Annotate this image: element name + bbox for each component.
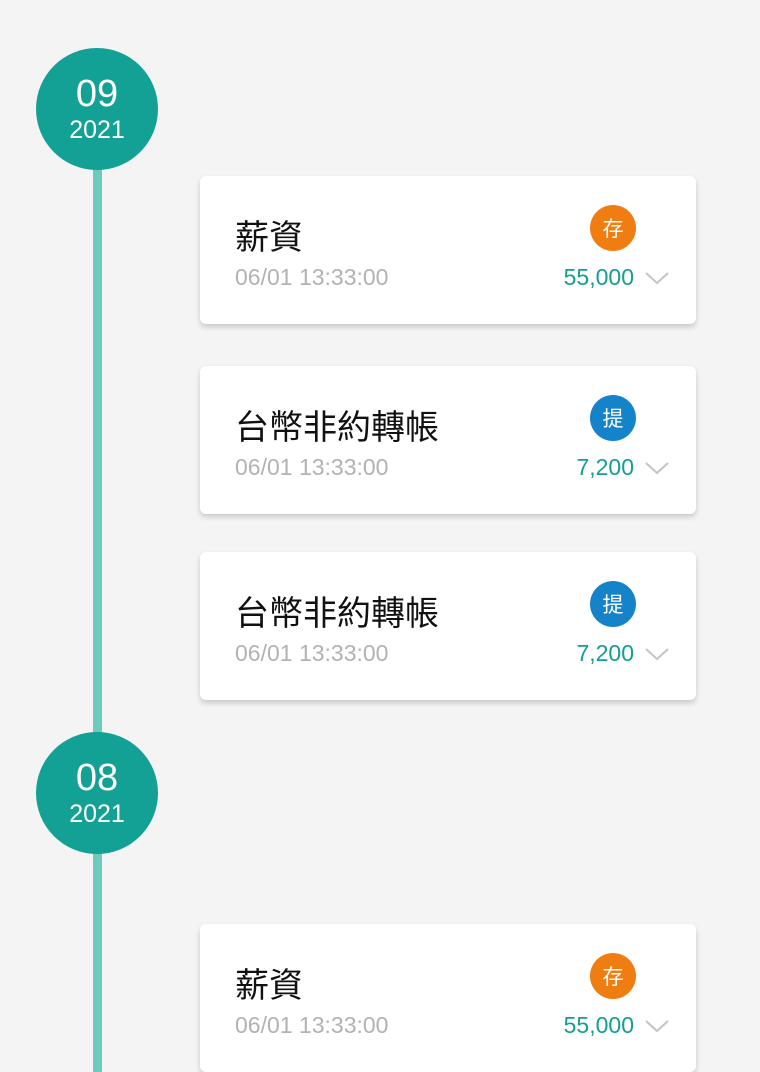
chevron-down-icon[interactable] [644,1018,670,1034]
transaction-title: 薪資 [235,218,303,258]
transaction-amount: 7,200 [576,640,634,666]
month-marker: 09 2021 [36,48,158,170]
amount-row[interactable]: 7,200 [576,454,670,481]
withdraw-badge: 提 [590,581,636,627]
deposit-badge: 存 [590,953,636,999]
deposit-badge: 存 [590,205,636,251]
transaction-time: 06/01 13:33:00 [235,264,389,290]
withdraw-badge: 提 [590,395,636,441]
amount-row[interactable]: 55,000 [564,264,670,291]
transaction-amount: 7,200 [576,454,634,480]
chevron-down-icon[interactable] [644,646,670,662]
transaction-title: 台幣非約轉帳 [235,594,439,634]
transaction-card[interactable]: 薪資 06/01 13:33:00 存 55,000 [200,176,696,324]
amount-row[interactable]: 7,200 [576,640,670,667]
transaction-card[interactable]: 台幣非約轉帳 06/01 13:33:00 提 7,200 [200,366,696,514]
month-marker: 08 2021 [36,732,158,854]
month-year: 2021 [69,116,125,144]
transaction-time: 06/01 13:33:00 [235,640,389,666]
chevron-down-icon[interactable] [644,270,670,286]
month-number: 08 [75,757,119,799]
transaction-card[interactable]: 台幣非約轉帳 06/01 13:33:00 提 7,200 [200,552,696,700]
timeline-line [93,160,102,760]
month-year: 2021 [69,800,125,828]
amount-row[interactable]: 55,000 [564,1012,670,1039]
transaction-card[interactable]: 薪資 06/01 13:33:00 存 55,000 [200,924,696,1072]
timeline-line [93,845,102,1072]
transaction-title: 薪資 [235,966,303,1006]
transaction-title: 台幣非約轉帳 [235,408,439,448]
transaction-time: 06/01 13:33:00 [235,454,389,480]
transaction-time: 06/01 13:33:00 [235,1012,389,1038]
transaction-amount: 55,000 [563,264,634,290]
transaction-amount: 55,000 [563,1012,634,1038]
month-number: 09 [75,73,119,115]
chevron-down-icon[interactable] [644,460,670,476]
